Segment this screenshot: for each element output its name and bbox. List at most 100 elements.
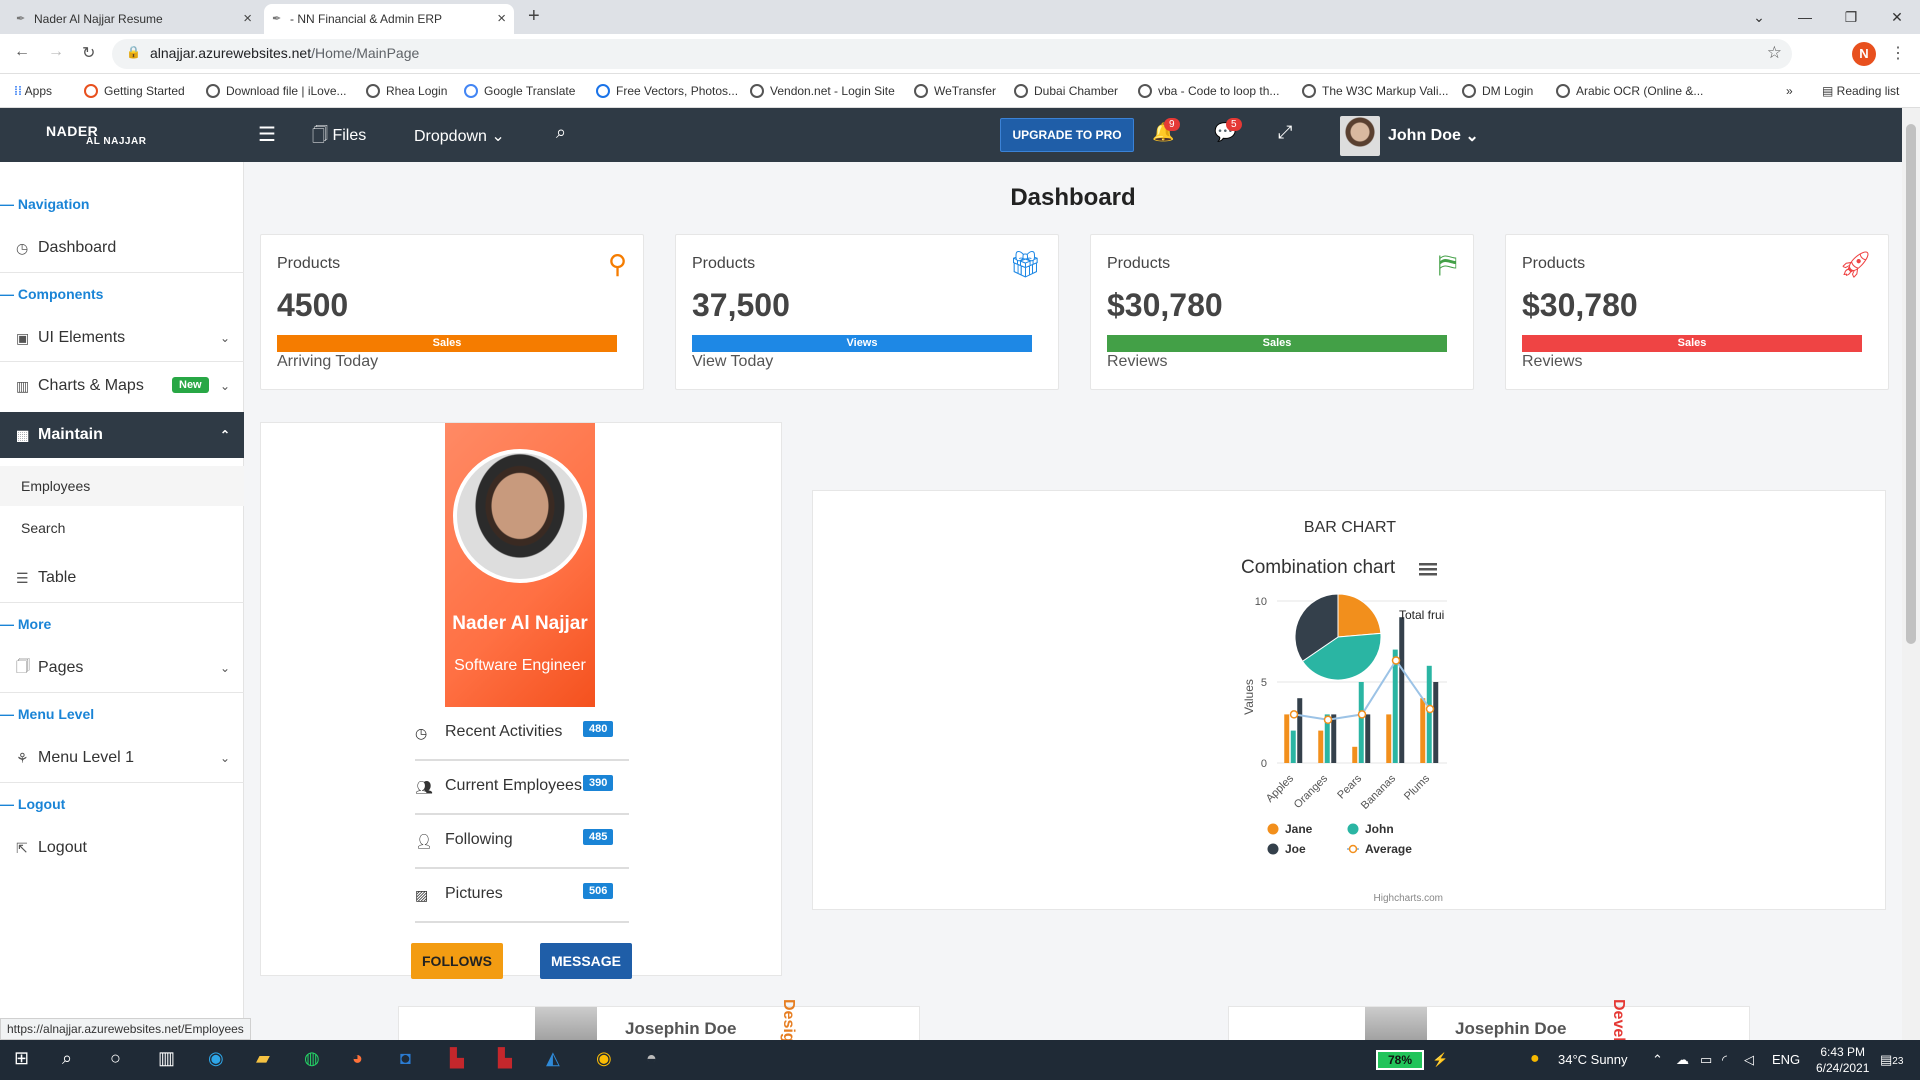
bookmark-item[interactable]: Rhea Login bbox=[366, 84, 447, 98]
paint-icon[interactable]: ◓ bbox=[646, 1048, 657, 1069]
sidebar-item-dashboard[interactable]: ◷ Dashboard bbox=[0, 225, 244, 271]
reload-icon[interactable]: ↻ bbox=[82, 43, 95, 63]
sidebar-item-table[interactable]: ☰ Table bbox=[0, 555, 244, 601]
bookmark-item[interactable]: Vendon.net - Login Site bbox=[750, 84, 895, 98]
y-tick-label: 5 bbox=[1261, 677, 1267, 689]
sidebar-subitem-employees[interactable]: Employees bbox=[0, 466, 244, 506]
legend-symbol bbox=[1267, 823, 1279, 835]
reading-list[interactable]: ▤ Reading list bbox=[1822, 84, 1899, 98]
chevron-down-icon: ⌄ bbox=[1465, 128, 1479, 145]
search-icon[interactable]: ⌕ bbox=[556, 122, 566, 143]
sidebar-item-maintain[interactable]: ▦ Maintain ⌃ bbox=[0, 412, 244, 458]
bookmark-item[interactable]: WeTransfer bbox=[914, 84, 996, 98]
card-footer: Reviews bbox=[1107, 353, 1168, 370]
sidebar-item-pages[interactable]: 🗍 Pages ⌄ bbox=[0, 645, 244, 691]
chevron-down-icon: ⌄ bbox=[219, 331, 230, 345]
tab-erp[interactable]: ✒ - NN Financial & Admin ERP × bbox=[264, 4, 514, 34]
edge-icon[interactable]: ◉ bbox=[208, 1048, 224, 1069]
new-tab-icon[interactable]: + bbox=[528, 5, 540, 28]
profile-stat-row[interactable]: ◷ Recent Activities 480 bbox=[415, 707, 629, 761]
bookmark-apps[interactable]: ⁞⁞ Apps bbox=[14, 84, 52, 98]
tab-search-icon[interactable]: ⌄ bbox=[1736, 9, 1782, 26]
fullscreen-icon[interactable]: ⤢ bbox=[1278, 122, 1292, 143]
bar-joe bbox=[1331, 714, 1337, 763]
browser-menu-icon[interactable]: ⋮ bbox=[1890, 43, 1906, 63]
teaser-role: Devel bbox=[1610, 999, 1627, 1040]
sidebar-section-menu-level: Menu Level bbox=[0, 706, 94, 722]
chart-card-heading: BAR CHART bbox=[1303, 519, 1397, 536]
menu-toggle-icon[interactable]: ☰ bbox=[258, 122, 276, 147]
vscode-icon[interactable]: ◭ bbox=[546, 1048, 560, 1069]
firefox-icon[interactable]: ◕ bbox=[352, 1048, 363, 1069]
bookmark-star-icon[interactable]: ☆ bbox=[1767, 43, 1782, 63]
task-view-icon[interactable]: ▥ bbox=[158, 1048, 175, 1069]
bookmark-item[interactable]: Download file | iLove... bbox=[206, 84, 347, 98]
sidebar-item-menu-level-1[interactable]: ⚘ Menu Level 1 ⌄ bbox=[0, 735, 244, 781]
bookmark-item[interactable]: The W3C Markup Vali... bbox=[1302, 84, 1448, 98]
windows-start-icon[interactable]: ⊞ bbox=[14, 1048, 29, 1069]
card-footer: View Today bbox=[692, 353, 774, 370]
bookmark-item[interactable]: Free Vectors, Photos... bbox=[596, 84, 738, 98]
forward-icon[interactable]: → bbox=[48, 43, 64, 61]
whatsapp-icon[interactable]: ◍ bbox=[304, 1048, 320, 1069]
profile-stat-row[interactable]: 👥︎ Current Employees 390 bbox=[415, 761, 629, 815]
bookmark-item[interactable]: Google Translate bbox=[464, 84, 575, 98]
brand-logo[interactable]: NADER AL NAJJAR bbox=[46, 123, 146, 147]
scrollbar-thumb[interactable] bbox=[1906, 124, 1916, 644]
message-button[interactable]: MESSAGE bbox=[540, 943, 632, 979]
access-icon[interactable]: ▙ bbox=[498, 1048, 512, 1069]
url-field[interactable]: 🔒 alnajjar.azurewebsites.net/Home/MainPa… bbox=[112, 39, 1792, 69]
bar-jane bbox=[1284, 714, 1290, 763]
bookmark-item[interactable]: DM Login bbox=[1462, 84, 1533, 98]
bookmark-item[interactable]: Arabic OCR (Online &... bbox=[1556, 84, 1703, 98]
chrome-icon[interactable]: ◉ bbox=[596, 1048, 612, 1069]
tab-resume[interactable]: ✒ Nader Al Najjar Resume × bbox=[8, 4, 260, 34]
close-tab-icon[interactable]: × bbox=[497, 10, 506, 27]
bar-jane bbox=[1352, 746, 1358, 763]
sidebar-item-logout[interactable]: ⇱ Logout bbox=[0, 825, 244, 871]
cortana-icon[interactable]: ○ bbox=[110, 1048, 121, 1069]
x-tick-label: Plums bbox=[1402, 772, 1432, 802]
close-tab-icon[interactable]: × bbox=[243, 10, 252, 27]
chevron-down-icon: ⌄ bbox=[219, 379, 230, 393]
close-window-icon[interactable]: ✕ bbox=[1874, 9, 1920, 26]
weather-text[interactable]: 34°C Sunny bbox=[1558, 1052, 1628, 1067]
bookmark-item[interactable]: Getting Started bbox=[84, 84, 185, 98]
bookmark-item[interactable]: Dubai Chamber bbox=[1014, 84, 1118, 98]
back-icon[interactable]: ← bbox=[14, 43, 30, 61]
user-menu[interactable]: John Doe ⌄ bbox=[1340, 116, 1479, 156]
profile-avatar[interactable]: N bbox=[1852, 42, 1876, 66]
upgrade-button[interactable]: UPGRADE TO PRO bbox=[1000, 118, 1134, 152]
bookmarks-overflow[interactable]: » bbox=[1786, 84, 1793, 98]
profile-stat-row[interactable]: 👤︎ Following 485 bbox=[415, 815, 629, 869]
bell-icon[interactable]: 🔔 9 bbox=[1152, 118, 1180, 143]
sidebar-subitem-search[interactable]: Search bbox=[0, 508, 244, 548]
access-icon[interactable]: ▙ bbox=[450, 1048, 464, 1069]
card-progress-bar: Sales bbox=[1107, 335, 1447, 352]
battery-indicator[interactable]: 78% bbox=[1376, 1050, 1424, 1070]
file-explorer-icon[interactable]: ▰ bbox=[256, 1048, 270, 1069]
files-link[interactable]: 🗍 Files bbox=[312, 124, 366, 151]
dropdown-menu[interactable]: Dropdown ⌄ bbox=[414, 126, 505, 146]
outlook-icon[interactable]: ◘ bbox=[400, 1048, 411, 1069]
input-language[interactable]: ENG bbox=[1772, 1052, 1800, 1067]
x-tick-label: Apples bbox=[1264, 772, 1297, 805]
lock-icon[interactable]: 🔒 bbox=[126, 45, 141, 59]
clock[interactable]: 6:43 PM 6/24/2021 bbox=[1816, 1044, 1869, 1076]
sidebar-item-charts-maps[interactable]: ▥ Charts & Maps New ⌄ bbox=[0, 363, 244, 409]
sidebar-item-ui-elements[interactable]: ▣ UI Elements ⌄ bbox=[0, 315, 244, 361]
bar-chart-card: BAR CHART Combination chart Values 0 5 10 A… bbox=[812, 490, 1886, 910]
page-scrollbar[interactable] bbox=[1902, 108, 1920, 1040]
chevron-up-icon[interactable]: ⌃ bbox=[1652, 1052, 1663, 1068]
chart-menu-icon[interactable] bbox=[1419, 563, 1437, 576]
notification-center-icon[interactable]: ▤23 bbox=[1880, 1052, 1903, 1068]
follows-button[interactable]: FOLLOWS bbox=[411, 943, 503, 979]
minimize-icon[interactable]: — bbox=[1782, 9, 1828, 25]
search-icon[interactable]: ⌕ bbox=[62, 1048, 72, 1069]
bookmark-item[interactable]: vba - Code to loop th... bbox=[1138, 84, 1279, 98]
sidebar-section-more: More bbox=[0, 616, 51, 632]
chat-icon[interactable]: 💬 5 bbox=[1214, 118, 1242, 143]
average-point bbox=[1391, 656, 1401, 665]
profile-stat-row[interactable]: ▨ Pictures 506 bbox=[415, 869, 629, 923]
restore-icon[interactable]: ❐ bbox=[1828, 9, 1874, 26]
